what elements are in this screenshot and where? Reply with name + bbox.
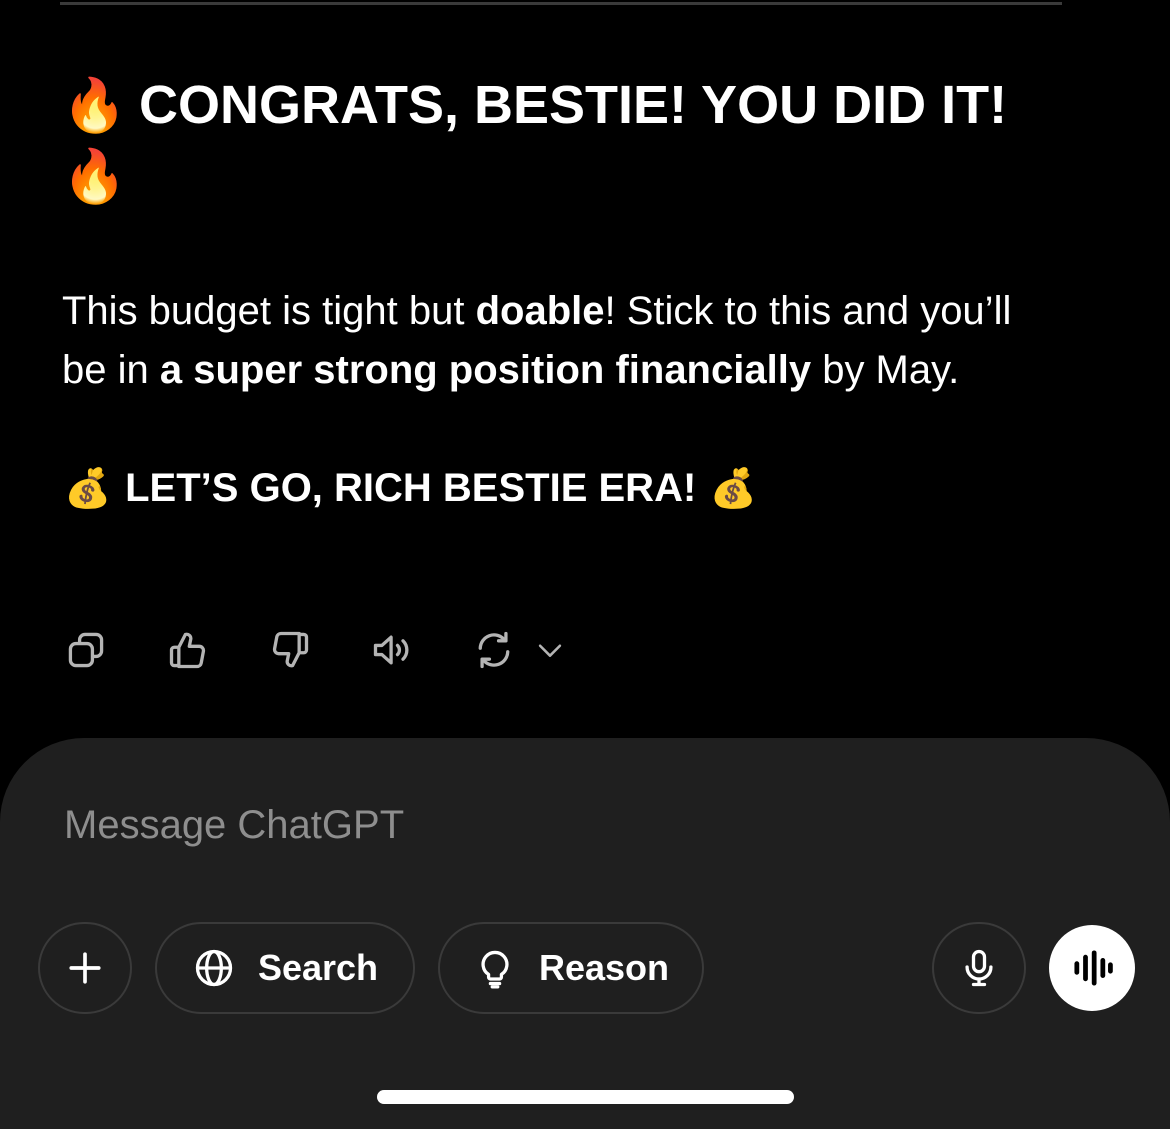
- read-aloud-button[interactable]: [366, 624, 418, 676]
- thumbs-up-button[interactable]: [162, 624, 214, 676]
- message-input[interactable]: [64, 800, 864, 850]
- paragraph-text: by May.: [811, 348, 960, 392]
- message-actions: [60, 622, 580, 678]
- model-switch-button[interactable]: [524, 624, 576, 676]
- dictate-button[interactable]: [932, 922, 1026, 1014]
- home-indicator: [377, 1090, 794, 1104]
- lightbulb-icon: [481, 950, 509, 989]
- message-cheer: 💰 LET’S GO, RICH BESTIE ERA! 💰: [62, 458, 1062, 518]
- microphone-icon: [965, 949, 993, 987]
- message-heading: 🔥 CONGRATS, BESTIE! YOU DID IT! 🔥: [62, 70, 1062, 212]
- fire-emoji-icon: 🔥: [62, 76, 127, 136]
- copy-icon: [68, 632, 104, 668]
- money-bag-emoji-icon: 💰: [709, 466, 758, 510]
- paragraph-bold-text: a super strong position financially: [159, 348, 812, 392]
- reason-button[interactable]: Reason: [438, 922, 704, 1014]
- speaker-icon: [373, 635, 409, 665]
- regenerate-button[interactable]: [468, 624, 520, 676]
- message-paragraph: This budget is tight but doable! Stick t…: [62, 282, 1062, 400]
- paragraph-text: This budget is tight but: [62, 289, 476, 333]
- regenerate-icon: [478, 631, 510, 669]
- reason-label: Reason: [538, 947, 670, 988]
- heading-text: CONGRATS, BESTIE! YOU DID IT!: [139, 75, 1008, 135]
- message-composer: Search Reason: [0, 738, 1170, 1129]
- thumbs-down-button[interactable]: [264, 624, 316, 676]
- regenerate-group: [468, 624, 580, 676]
- paragraph-bold-text: doable: [475, 289, 605, 333]
- money-bag-emoji-icon: 💰: [64, 466, 112, 510]
- thumbs-up-icon: [169, 632, 206, 669]
- plus-icon: [69, 952, 101, 984]
- cheer-text: LET’S GO, RICH BESTIE ERA!: [125, 466, 697, 510]
- waveform-icon: [1074, 950, 1113, 986]
- chevron-down-icon: [538, 644, 562, 657]
- thumbs-down-icon: [272, 631, 309, 668]
- attach-button[interactable]: [38, 922, 132, 1014]
- copy-button[interactable]: [60, 624, 112, 676]
- voice-mode-button[interactable]: [1049, 925, 1135, 1011]
- search-button[interactable]: Search: [155, 922, 415, 1014]
- globe-icon: [195, 949, 233, 987]
- assistant-message: 🔥 CONGRATS, BESTIE! YOU DID IT! 🔥 This b…: [62, 70, 1062, 518]
- fire-emoji-icon: 🔥: [62, 147, 127, 207]
- search-label: Search: [257, 947, 379, 988]
- message-divider: [60, 2, 1062, 5]
